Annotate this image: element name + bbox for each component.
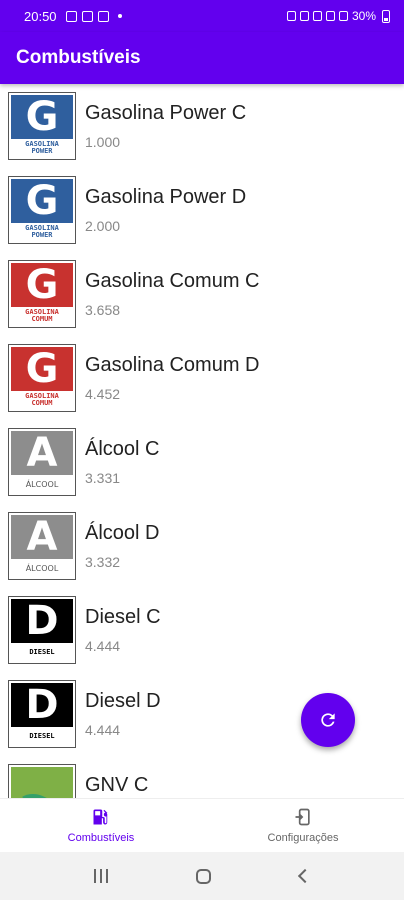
list-item[interactable]: A ÁLCOOL Álcool D 3.332: [0, 504, 404, 588]
fuel-name: Álcool C: [85, 438, 160, 460]
settings-export-icon: [295, 808, 310, 826]
status-bar: 20:50 30%: [0, 0, 404, 32]
fuel-value: 1.000: [85, 134, 121, 150]
app-bar: Combustíveis: [0, 32, 404, 84]
wifi-icon: [325, 11, 335, 21]
bluetooth-icon: [299, 11, 309, 21]
list-item[interactable]: A ÁLCOOL Álcool C 3.331: [0, 420, 404, 504]
fuel-value: 3.332: [85, 554, 121, 570]
instagram-notification-icon: [97, 10, 109, 22]
logo-text: DIESEL: [29, 647, 55, 656]
list-item[interactable]: D DIESEL Diesel C 4.444: [0, 588, 404, 672]
list-item[interactable]: GNV C: [0, 756, 404, 798]
page-title: Combustíveis: [16, 47, 141, 68]
logo-text: COMUM: [31, 315, 53, 323]
list-item[interactable]: G GASOLINA POWER Gasolina Power D 2.000: [0, 168, 404, 252]
system-navigation-bar: [0, 852, 404, 900]
status-right: 30%: [286, 9, 390, 23]
logo-text: ÁLCOOL: [25, 563, 59, 573]
tab-combustiveis[interactable]: Combustíveis: [0, 799, 202, 852]
fuel-logo-alcool: A ÁLCOOL: [8, 512, 76, 580]
logo-letter: G: [25, 346, 59, 392]
fuel-name: Gasolina Power D: [85, 186, 247, 208]
leaf-icon: [22, 783, 62, 798]
fuel-value: 2.000: [85, 218, 121, 234]
fuel-logo-diesel: D DIESEL: [8, 596, 76, 664]
fuel-name: Gasolina Power C: [85, 102, 247, 124]
signal-icon: [338, 11, 348, 21]
logo-letter: A: [26, 430, 58, 476]
fuel-value: 4.452: [85, 386, 121, 402]
back-button[interactable]: [297, 868, 312, 884]
battery-icon: [382, 9, 390, 23]
more-notifications-icon: [117, 14, 122, 18]
logo-letter: G: [25, 94, 59, 140]
mute-icon: [312, 11, 322, 21]
fuel-logo-alcool: A ÁLCOOL: [8, 428, 76, 496]
fuel-logo-gasolina-power: G GASOLINA POWER: [8, 176, 76, 244]
fuel-list[interactable]: G GASOLINA POWER Gasolina Power C 1.000 G…: [0, 84, 404, 798]
list-item[interactable]: G GASOLINA COMUM Gasolina Comum C 3.658: [0, 252, 404, 336]
logo-text: POWER: [31, 231, 53, 239]
youtube-notification-icon: [81, 10, 93, 22]
logo-letter: D: [25, 682, 59, 728]
fuel-logo-gasolina-power: G GASOLINA POWER: [8, 92, 76, 160]
list-item[interactable]: G GASOLINA COMUM Gasolina Comum D 4.452: [0, 336, 404, 420]
fuel-value: 3.658: [85, 302, 121, 318]
logo-letter: G: [25, 262, 59, 308]
fuel-name: Diesel D: [85, 690, 161, 712]
home-button[interactable]: [196, 868, 212, 884]
status-time: 20:50: [24, 8, 57, 24]
logo-letter: G: [25, 178, 59, 224]
logo-text: ÁLCOOL: [25, 479, 59, 489]
logo-letter: A: [26, 514, 58, 560]
battery-percent: 30%: [351, 9, 376, 23]
fuel-name: Gasolina Comum C: [85, 270, 260, 292]
logo-text: COMUM: [31, 399, 53, 407]
tab-label: Combustíveis: [67, 832, 135, 844]
fuel-logo-gasolina-comum: G GASOLINA COMUM: [8, 344, 76, 412]
logo-text: DIESEL: [29, 731, 55, 740]
fuel-value: 3.331: [85, 470, 121, 486]
fuel-value: 4.444: [85, 722, 121, 738]
fuel-logo-gasolina-comum: G GASOLINA COMUM: [8, 260, 76, 328]
tab-label: Configurações: [267, 832, 339, 844]
fuel-name: GNV C: [85, 774, 149, 796]
fuel-pump-icon: [93, 809, 108, 825]
fuel-logo-diesel: D DIESEL: [8, 680, 76, 748]
fuel-name: Álcool D: [85, 522, 160, 544]
recents-button[interactable]: [94, 869, 109, 883]
fuel-logo-gnv: [8, 764, 76, 798]
fuel-name: Diesel C: [85, 606, 161, 628]
fuel-name: Gasolina Comum D: [85, 354, 260, 376]
logo-text: POWER: [31, 147, 53, 155]
refresh-icon: [321, 713, 335, 727]
gallery-notification-icon: [65, 10, 77, 22]
alarm-icon: [286, 11, 296, 21]
status-left: 20:50: [24, 9, 122, 24]
logo-letter: D: [25, 598, 59, 644]
list-item[interactable]: G GASOLINA POWER Gasolina Power C 1.000: [0, 84, 404, 168]
bottom-navigation: Combustíveis Configurações: [0, 798, 404, 852]
fuel-value: 4.444: [85, 638, 121, 654]
tab-configuracoes[interactable]: Configurações: [202, 799, 404, 852]
refresh-button[interactable]: [301, 693, 355, 747]
